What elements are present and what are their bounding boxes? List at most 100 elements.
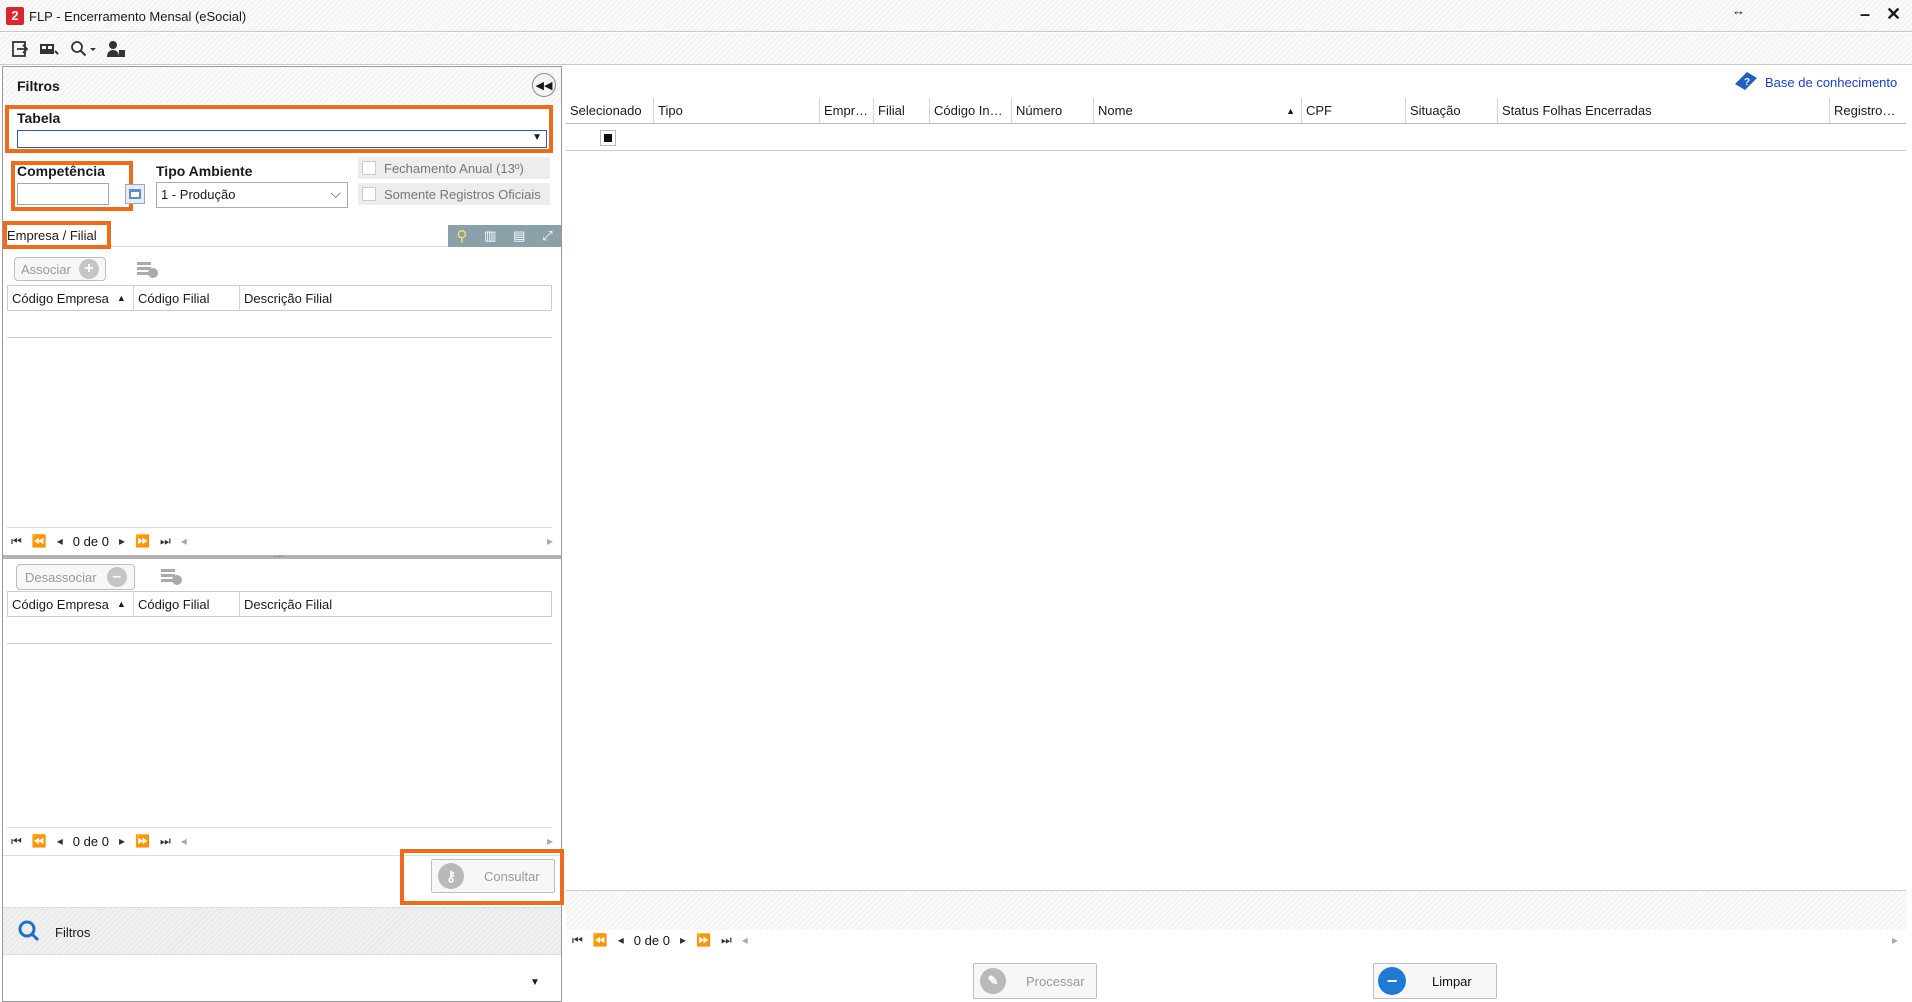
col-descricao-filial[interactable]: Descrição Filial xyxy=(240,592,551,616)
associar-button[interactable]: Associar + xyxy=(14,257,106,281)
col-status-folhas[interactable]: Status Folhas Encerradas xyxy=(1498,98,1830,123)
remove-icon: – xyxy=(106,567,127,587)
competencia-input[interactable] xyxy=(17,183,109,205)
results-grid-header: Selecionado Tipo Empr… Filial Código In…… xyxy=(566,98,1906,124)
next-icon[interactable]: ▸ xyxy=(119,834,125,848)
processar-button[interactable]: ✎ Processar xyxy=(973,963,1097,999)
somente-registros-checkbox[interactable]: Somente Registros Oficiais xyxy=(358,183,550,205)
grid-divider xyxy=(566,150,1906,151)
last-page-icon[interactable]: ⏭ xyxy=(721,933,732,948)
resize-icon[interactable]: ↔ xyxy=(1732,3,1745,18)
collapse-panel-button[interactable]: ◀◀ xyxy=(532,73,556,97)
results-pager: ⏮ ⏪ ◂ 0 de 0 ▸ ⏩ ⏭ ◂ ▸ xyxy=(572,930,1902,950)
desassociar-all-icon[interactable] xyxy=(160,566,184,586)
filters-title: Filtros xyxy=(17,78,60,94)
sort-asc-icon: ▲ xyxy=(116,599,126,609)
scroll-right-icon[interactable]: ▸ xyxy=(547,834,553,848)
col-codigo-empresa[interactable]: Código Empresa ▲ xyxy=(8,286,134,310)
chevron-down-icon: ⌵ xyxy=(330,185,341,201)
last-page-icon[interactable]: ⏭ xyxy=(160,834,171,849)
checkbox-box[interactable] xyxy=(362,161,376,175)
next-icon[interactable]: ▸ xyxy=(680,933,686,947)
svg-text:?: ? xyxy=(1744,77,1750,88)
prev-icon[interactable]: ◂ xyxy=(57,834,63,848)
col-codigo-empresa[interactable]: Código Empresa ▲ xyxy=(8,592,134,616)
empresa-filial-label: Empresa / Filial xyxy=(7,228,97,243)
pager-count: 0 de 0 xyxy=(633,932,670,948)
col-codigo-filial[interactable]: Código Filial xyxy=(134,592,240,616)
filters-header: Filtros ◀◀ xyxy=(3,67,561,103)
splitter-grip: .... xyxy=(273,549,285,560)
col-empresa[interactable]: Empr… xyxy=(820,98,874,123)
prev-icon[interactable]: ◂ xyxy=(618,933,624,947)
col-cpf[interactable]: CPF xyxy=(1302,98,1406,123)
limpar-button[interactable]: − Limpar xyxy=(1373,963,1497,999)
scroll-right-icon[interactable]: ▸ xyxy=(1892,933,1898,947)
expand-icon[interactable]: ⤢ xyxy=(542,228,552,244)
fechamento-anual-label: Fechamento Anual (13º) xyxy=(384,160,524,176)
associar-label: Associar xyxy=(21,261,71,277)
select-all-checkbox[interactable] xyxy=(600,130,616,146)
col-registro[interactable]: Registro… xyxy=(1830,98,1906,123)
scroll-left-icon[interactable]: ◂ xyxy=(181,834,187,848)
minimize-icon[interactable]: – xyxy=(1860,4,1870,25)
calendar-icon[interactable] xyxy=(125,184,145,204)
checkbox-box[interactable] xyxy=(362,187,376,201)
title-bar: 2 FLP - Encerramento Mensal (eSocial) ↔ … xyxy=(0,0,1912,32)
close-icon[interactable]: ✕ xyxy=(1886,4,1901,25)
pager-count: 0 de 0 xyxy=(72,533,109,549)
screen-icon[interactable] xyxy=(38,38,60,60)
limpar-label: Limpar xyxy=(1432,973,1472,989)
first-page-icon[interactable]: ⏮ xyxy=(11,834,22,849)
associar-pager: ⏮ ⏪ ◂ 0 de 0 ▸ ⏩ ⏭ ◂ ▸ xyxy=(11,531,556,551)
competencia-label: Competência xyxy=(17,163,105,179)
prev-page-icon[interactable]: ⏪ xyxy=(593,933,608,947)
user-icon[interactable] xyxy=(105,38,127,60)
search-icon[interactable] xyxy=(67,38,99,60)
next-page-icon[interactable]: ⏩ xyxy=(696,933,711,947)
tipo-ambiente-value: 1 - Produção xyxy=(161,187,236,202)
col-descricao-filial[interactable]: Descrição Filial xyxy=(240,286,551,310)
toolbar xyxy=(0,33,1912,65)
col-codigo-filial[interactable]: Código Filial xyxy=(134,286,240,310)
consultar-button[interactable]: ⚷ Consultar xyxy=(431,859,555,893)
next-icon[interactable]: ▸ xyxy=(119,534,125,548)
col-numero[interactable]: Número xyxy=(1012,98,1094,123)
chevron-down-icon[interactable]: ▼ xyxy=(530,977,540,988)
scroll-left-icon[interactable]: ◂ xyxy=(181,534,187,548)
prev-icon[interactable]: ◂ xyxy=(57,534,63,548)
col-codigo-in[interactable]: Código In… xyxy=(930,98,1012,123)
calendar-grid-icon[interactable]: ▤ xyxy=(513,228,525,244)
sort-asc-icon: ▲ xyxy=(116,293,126,303)
columns-icon[interactable]: ▥ xyxy=(484,228,496,244)
prev-page-icon[interactable]: ⏪ xyxy=(32,834,47,848)
knowledge-base-link[interactable]: ? Base de conhecimento xyxy=(1733,70,1897,95)
next-page-icon[interactable]: ⏩ xyxy=(135,534,150,548)
prev-page-icon[interactable]: ⏪ xyxy=(32,534,47,548)
col-selecionado[interactable]: Selecionado xyxy=(566,98,654,123)
associar-all-icon[interactable] xyxy=(136,259,160,279)
fechamento-anual-checkbox[interactable]: Fechamento Anual (13º) xyxy=(358,157,550,179)
processar-label: Processar xyxy=(1026,973,1085,989)
app-icon: 2 xyxy=(6,7,24,25)
first-page-icon[interactable]: ⏮ xyxy=(572,933,583,948)
chevron-down-icon: ▼ xyxy=(532,132,542,143)
next-page-icon[interactable]: ⏩ xyxy=(135,834,150,848)
last-page-icon[interactable]: ⏭ xyxy=(160,534,171,549)
tabela-select[interactable]: ▼ xyxy=(17,130,547,148)
tipo-ambiente-select[interactable]: 1 - Produção ⌵ xyxy=(156,182,348,208)
col-filial[interactable]: Filial xyxy=(874,98,930,123)
window-title: FLP - Encerramento Mensal (eSocial) xyxy=(29,9,247,24)
col-tipo[interactable]: Tipo xyxy=(654,98,820,123)
scroll-left-icon[interactable]: ◂ xyxy=(742,933,748,947)
search-icon[interactable]: ⚲ xyxy=(456,227,467,245)
exit-icon[interactable] xyxy=(9,38,31,60)
col-nome[interactable]: Nome ▲ xyxy=(1094,98,1302,123)
first-page-icon[interactable]: ⏮ xyxy=(11,534,22,549)
col-situacao[interactable]: Situação xyxy=(1406,98,1498,123)
scroll-right-icon[interactable]: ▸ xyxy=(547,534,553,548)
checkbox-fill xyxy=(604,134,612,142)
desassociar-button[interactable]: Desassociar – xyxy=(16,564,135,590)
add-icon: + xyxy=(78,259,99,279)
search-icon xyxy=(17,919,41,946)
